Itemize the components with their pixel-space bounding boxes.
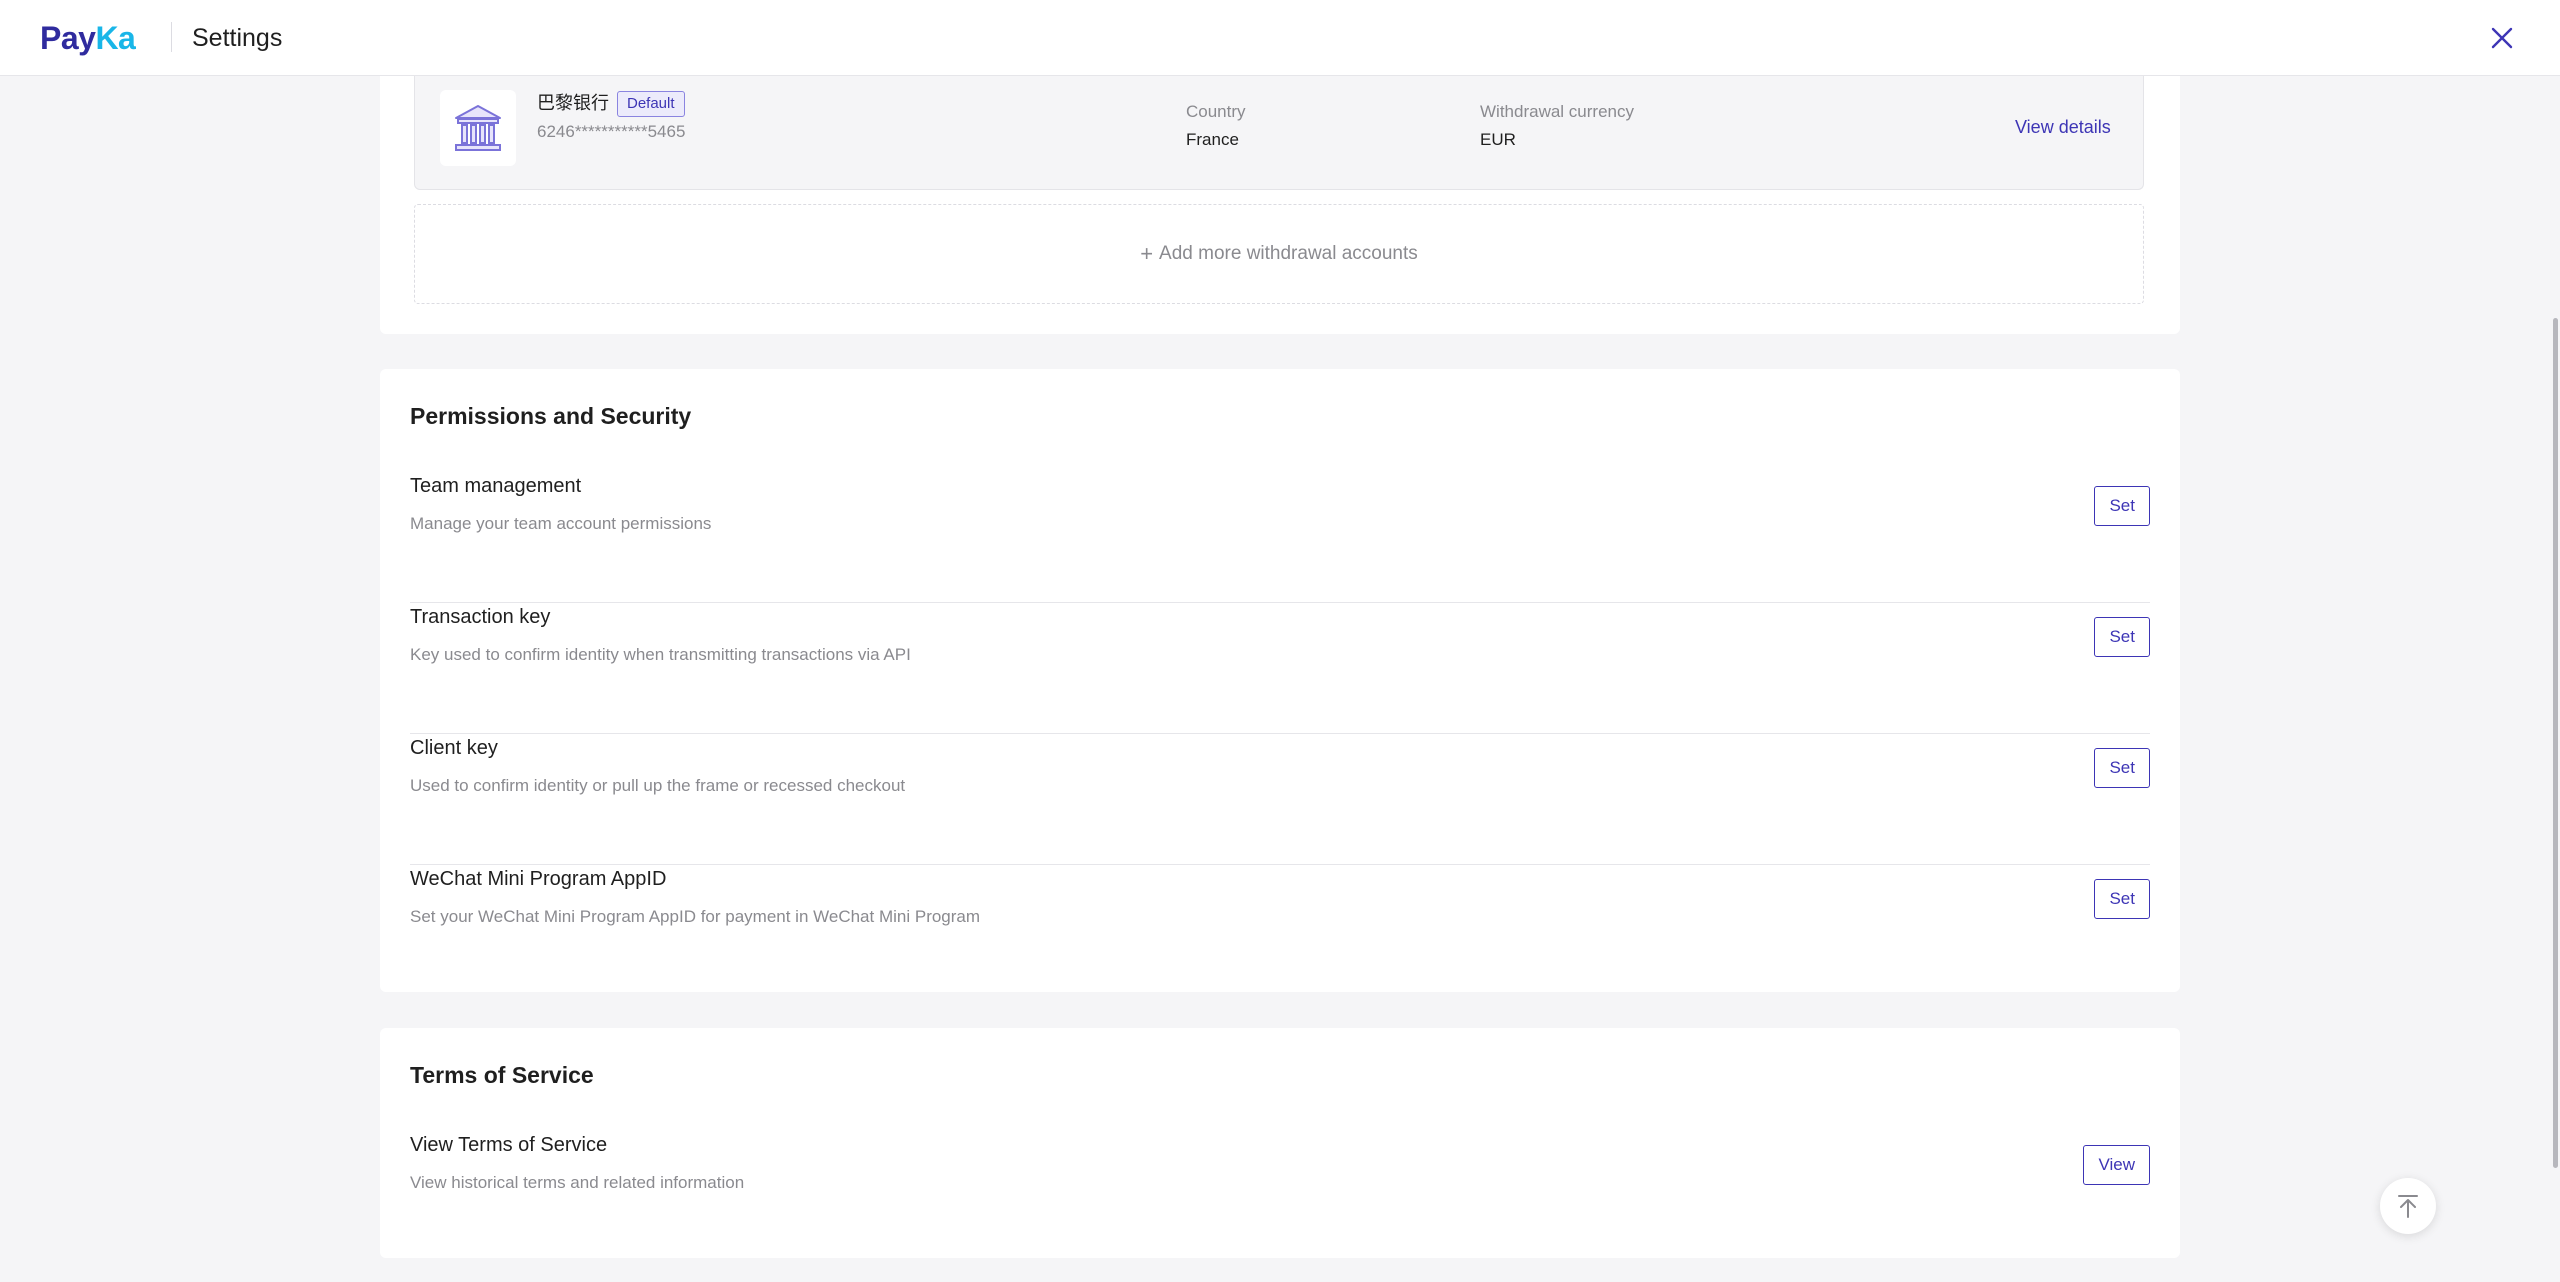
add-withdrawal-account-button[interactable]: + Add more withdrawal accounts	[414, 204, 2144, 304]
permissions-security-card: Permissions and Security Team management…	[380, 369, 2180, 992]
page-scrollbar-thumb[interactable]	[2553, 318, 2558, 1168]
withdrawal-currency-value: EUR	[1480, 130, 1516, 149]
plus-icon: +	[1140, 241, 1154, 266]
payka-logo[interactable]: Pay Ka	[40, 18, 136, 58]
permissions-section-title: Permissions and Security	[410, 403, 692, 429]
withdrawal-accounts-card: 巴黎银行 Default 6246***********5465 Country…	[380, 76, 2180, 334]
add-withdrawal-account-label: Add more withdrawal accounts	[1159, 243, 1418, 264]
item-description: Manage your team account permissions	[410, 514, 712, 533]
bank-name: 巴黎银行	[537, 93, 609, 114]
transaction-key-set-button[interactable]: Set	[2094, 617, 2150, 657]
withdrawal-currency-label: Withdrawal currency	[1480, 102, 1634, 121]
item-title: Client key	[410, 737, 498, 759]
team-management-set-button[interactable]: Set	[2094, 486, 2150, 526]
wechat-appid-item: WeChat Mini Program AppID Set your WeCha…	[410, 865, 2150, 996]
item-title: WeChat Mini Program AppID	[410, 868, 667, 890]
default-badge: Default	[617, 91, 685, 117]
back-to-top-button[interactable]	[2380, 1178, 2436, 1234]
item-description: View historical terms and related inform…	[410, 1173, 745, 1192]
bank-logo	[440, 90, 516, 166]
arrow-up-to-top-icon	[2398, 1195, 2418, 1218]
logo-text-pay: Pay	[40, 19, 96, 56]
logo-text-ka: Ka	[95, 19, 136, 56]
transaction-key-item: Transaction key Key used to confirm iden…	[410, 603, 2150, 734]
client-key-item: Client key Used to confirm identity or p…	[410, 734, 2150, 865]
item-title: Team management	[410, 475, 582, 497]
item-description: Set your WeChat Mini Program AppID for p…	[410, 907, 981, 926]
close-icon	[2491, 27, 2513, 49]
account-number: 6246***********5465	[537, 122, 686, 141]
withdrawal-account-row: 巴黎银行 Default 6246***********5465 Country…	[414, 76, 2144, 190]
country-value: France	[1186, 130, 1239, 149]
terms-section-title: Terms of Service	[410, 1062, 594, 1088]
close-button[interactable]	[2486, 22, 2518, 54]
view-terms-button[interactable]: View	[2083, 1145, 2150, 1185]
item-description: Key used to confirm identity when transm…	[410, 645, 911, 664]
item-title: Transaction key	[410, 606, 551, 628]
view-terms-item: View Terms of Service View historical te…	[410, 1131, 2150, 1231]
page-title: Settings	[192, 24, 283, 52]
item-description: Used to confirm identity or pull up the …	[410, 776, 906, 795]
item-title: View Terms of Service	[410, 1134, 608, 1156]
header-divider	[171, 22, 172, 52]
view-details-link[interactable]: View details	[2015, 114, 2111, 140]
team-management-item: Team management Manage your team account…	[410, 472, 2150, 603]
terms-of-service-card: Terms of Service View Terms of Service V…	[380, 1028, 2180, 1258]
wechat-appid-set-button[interactable]: Set	[2094, 879, 2150, 919]
bank-icon	[455, 105, 501, 151]
client-key-set-button[interactable]: Set	[2094, 748, 2150, 788]
country-label: Country	[1186, 102, 1246, 121]
top-header: Pay Ka Settings	[0, 0, 2560, 76]
